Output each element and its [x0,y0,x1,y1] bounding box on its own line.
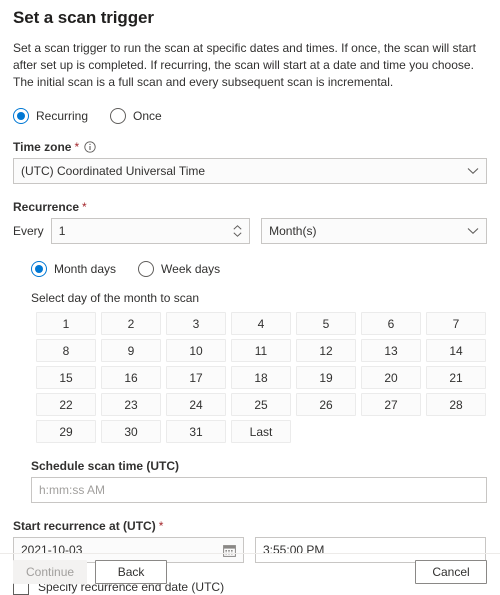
timezone-label: Time zone * [13,140,487,154]
page-title: Set a scan trigger [13,8,154,27]
day-cell[interactable]: 27 [361,393,421,416]
day-cell[interactable]: 2 [101,312,161,335]
day-cell[interactable]: 20 [361,366,421,389]
timezone-value: (UTC) Coordinated Universal Time [21,164,206,178]
info-circle-icon[interactable] [84,141,96,153]
day-cell[interactable]: 12 [296,339,356,362]
schedule-scan-time-placeholder: h:mm:ss AM [39,483,106,497]
recurrence-interval-value: 1 [58,224,66,238]
month-days-instruction: Select day of the month to scan [31,291,200,305]
chevron-down-icon [467,227,479,235]
radio-month-days-icon[interactable] [31,261,47,277]
back-button[interactable]: Back [95,560,168,584]
radio-once-icon[interactable] [110,108,127,124]
month-day-grid: 1 2 3 4 5 6 7 8 9 10 11 12 13 14 15 16 17 18 19 20 21 22 23 24 2… [36,312,487,443]
radio-week-days-icon[interactable] [138,261,155,277]
scan-trigger-panel: Set a scan trigger Set a scan trigger to… [0,0,500,595]
recurrence-required-mark: * [82,200,87,214]
schedule-scan-time-label-text: Schedule scan time (UTC) [31,459,180,473]
day-mode-radio-group: Month days Week days [31,261,487,277]
start-recurrence-label: Start recurrence at (UTC) * [13,519,487,533]
continue-button[interactable]: Continue [13,560,88,584]
day-cell[interactable]: 30 [101,420,161,443]
day-cell[interactable]: 21 [426,366,486,389]
day-cell[interactable]: 8 [36,339,96,362]
chevron-up-icon[interactable] [233,225,242,230]
stepper-arrows[interactable] [233,225,242,237]
day-cell[interactable]: 14 [426,339,486,362]
day-mode-section: Month days Week days Select day of the m… [13,261,487,503]
day-cell[interactable]: 26 [296,393,356,416]
day-cell[interactable]: Last [231,420,291,443]
day-cell[interactable]: 25 [231,393,291,416]
timezone-label-text: Time zone [13,140,72,154]
day-cell[interactable]: 29 [36,420,96,443]
recurrence-interval-stepper[interactable]: 1 [50,218,251,244]
day-cell[interactable]: 9 [101,339,161,362]
timezone-select[interactable]: (UTC) Coordinated Universal Time [13,158,487,184]
day-cell[interactable]: 10 [166,339,226,362]
recurrence-unit-value: Month(s) [269,224,317,238]
timezone-required-mark: * [74,140,80,154]
every-label: Every [13,224,44,238]
radio-once-label: Once [133,109,162,123]
footer-actions: Continue Back Cancel [0,554,500,590]
recurrence-label-text: Recurrence [13,200,80,214]
day-cell[interactable]: 19 [296,366,356,389]
day-cell[interactable]: 1 [36,312,96,335]
schedule-scan-time-input[interactable]: h:mm:ss AM [31,477,487,503]
day-cell[interactable]: 6 [361,312,421,335]
radio-week-days-label: Week days [161,262,221,276]
day-cell[interactable]: 22 [36,393,96,416]
day-cell[interactable]: 3 [166,312,226,335]
radio-option-recurring[interactable]: Recurring [13,108,88,124]
recurrence-unit-select[interactable]: Month(s) [261,218,487,244]
page-description: Set a scan trigger to run the scan at sp… [13,41,476,89]
radio-option-week-days[interactable]: Week days [138,261,220,277]
chevron-down-icon[interactable] [233,232,242,237]
day-cell[interactable]: 18 [231,366,291,389]
radio-recurring-icon[interactable] [13,108,29,124]
day-cell[interactable]: 23 [101,393,161,416]
day-cell[interactable]: 24 [166,393,226,416]
day-cell[interactable]: 7 [426,312,486,335]
day-cell[interactable]: 4 [231,312,291,335]
day-cell[interactable]: 5 [296,312,356,335]
panel-content: Set a scan trigger Set a scan trigger to… [0,0,500,595]
day-cell[interactable]: 17 [166,366,226,389]
radio-recurring-label: Recurring [36,109,89,123]
radio-option-once[interactable]: Once [110,108,162,124]
chevron-down-icon [467,167,479,175]
start-recurrence-required-mark: * [158,519,164,533]
recurrence-label: Recurrence * [13,200,487,214]
day-cell[interactable]: 11 [231,339,291,362]
day-cell[interactable]: 13 [361,339,421,362]
schedule-scan-time-label: Schedule scan time (UTC) [31,459,487,473]
cancel-button[interactable]: Cancel [415,560,487,584]
radio-option-month-days[interactable]: Month days [31,261,116,277]
day-cell[interactable]: 31 [166,420,226,443]
day-cell[interactable]: 16 [101,366,161,389]
radio-month-days-label: Month days [54,262,117,276]
day-cell[interactable]: 28 [426,393,486,416]
start-recurrence-label-text: Start recurrence at (UTC) [13,519,156,533]
trigger-type-radio-group: Recurring Once [13,108,487,124]
day-cell[interactable]: 15 [36,366,96,389]
recurrence-row: Every 1 Month(s) [13,218,487,244]
